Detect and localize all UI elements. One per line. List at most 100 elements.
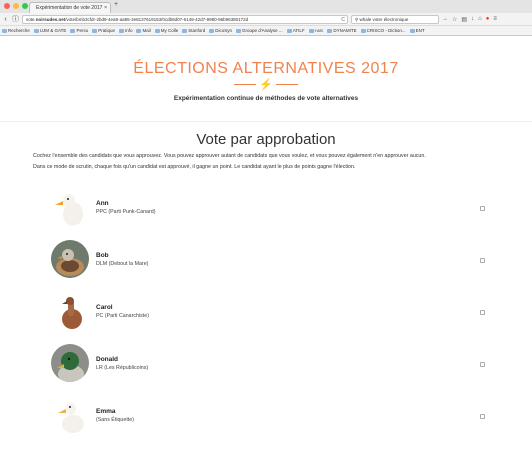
browser-tab[interactable]: Expérimentation de vote 2017 × bbox=[29, 2, 111, 13]
candidate-name: Carol bbox=[96, 303, 113, 311]
bookmark-item[interactable]: ENT bbox=[409, 28, 425, 33]
bookmark-label: DYNAMITE bbox=[333, 28, 357, 33]
approve-checkbox-ann[interactable] bbox=[480, 206, 485, 211]
bookmark-label: Pratique bbox=[98, 28, 115, 33]
folder-icon bbox=[308, 28, 314, 33]
folder-icon bbox=[209, 28, 215, 33]
bookmark-label: My Colle bbox=[160, 28, 179, 33]
go-arrow-icon[interactable]: → bbox=[442, 16, 448, 23]
home-icon[interactable]: ⌂ bbox=[478, 16, 482, 23]
duck-bob-icon bbox=[51, 240, 89, 278]
bookmark-label: CRISCO - Diction... bbox=[366, 28, 406, 33]
site-title[interactable]: ÉLECTIONS ALTERNATIVES 2017 bbox=[0, 60, 532, 78]
folder-icon bbox=[92, 28, 98, 33]
site-subtitle: Expérimentation continue de méthodes de … bbox=[173, 95, 359, 102]
bookmark-label: DicoSyn bbox=[215, 28, 233, 33]
back-icon[interactable]: ‹ bbox=[2, 16, 9, 23]
bookmark-item[interactable]: Groupe d'Analyse ... bbox=[236, 28, 283, 33]
folder-icon bbox=[327, 28, 333, 33]
url-bar[interactable]: vote.noirsudes.net/vote/bmb3cfdr-2bd9-4e… bbox=[22, 14, 348, 24]
candidate-row-donald[interactable]: Donald LR (Les Républicoins) bbox=[51, 337, 487, 389]
approve-checkbox-emma[interactable] bbox=[480, 414, 485, 419]
folder-icon bbox=[409, 28, 415, 33]
url-prefix: vote. bbox=[26, 16, 36, 22]
menu-icon[interactable]: ≡ bbox=[493, 16, 497, 23]
bookmark-item[interactable]: Recherche bbox=[2, 28, 30, 33]
toolbar-icons: → ☆ ▤ ↓ ⌂ ● ≡ bbox=[442, 16, 497, 23]
bookmark-item[interactable]: DYNAMITE bbox=[327, 28, 357, 33]
reload-icon[interactable]: C bbox=[341, 16, 345, 23]
bookmark-label: Info bbox=[124, 28, 133, 33]
candidate-name: Emma bbox=[96, 407, 116, 415]
bookmark-item[interactable]: Perso bbox=[70, 28, 88, 33]
bookmark-label: ENT bbox=[415, 28, 425, 33]
bookmark-label: UJM & GATE bbox=[39, 28, 67, 33]
bookmark-item[interactable]: Mail bbox=[136, 28, 151, 33]
folder-icon bbox=[236, 28, 242, 33]
candidate-name: Ann bbox=[96, 199, 109, 207]
duck-carol-icon bbox=[51, 292, 89, 330]
bookmark-label: Recherche bbox=[8, 28, 30, 33]
folder-icon bbox=[136, 28, 142, 33]
instructions: Cochez l'ensemble des candidats que vous… bbox=[33, 153, 426, 159]
candidate-name: Donald bbox=[96, 355, 119, 363]
search-input[interactable]: ⚲ whale voter électronique bbox=[351, 14, 439, 24]
tab-close-icon[interactable]: × bbox=[104, 3, 107, 13]
approve-checkbox-bob[interactable] bbox=[480, 258, 485, 263]
bookmark-label: Stanford bbox=[188, 28, 206, 33]
bookmark-label: Mail bbox=[142, 28, 151, 33]
candidate-row-ann[interactable]: Ann PPC (Parti Punk-Canard) bbox=[51, 181, 487, 233]
bookmark-item[interactable]: Pratique bbox=[92, 28, 115, 33]
download-icon[interactable]: ↓ bbox=[471, 16, 474, 23]
bolt-divider: ⚡ bbox=[0, 78, 532, 91]
candidate-row-bob[interactable]: Bob DLM (Debout la Mare) bbox=[51, 233, 487, 285]
bookmark-star-icon[interactable]: ☆ bbox=[452, 16, 457, 23]
bookmark-item[interactable]: DicoSyn bbox=[209, 28, 232, 33]
bookmark-item[interactable]: CRISCO - Diction... bbox=[360, 28, 406, 33]
window-controls bbox=[4, 3, 28, 9]
lightning-icon: ⚡ bbox=[259, 79, 273, 91]
candidate-name: Bob bbox=[96, 251, 109, 259]
rule-text: Dans ce mode de scrutin, chaque fois qu'… bbox=[33, 164, 356, 170]
duck-ann-icon bbox=[51, 188, 89, 226]
tab-title: Expérimentation de vote 2017 bbox=[36, 5, 103, 11]
folder-icon bbox=[360, 28, 366, 33]
bookmark-item[interactable]: UJM & GATE bbox=[33, 28, 67, 33]
folder-icon bbox=[118, 28, 124, 33]
candidate-party: LR (Les Républicoins) bbox=[96, 364, 149, 371]
info-icon[interactable]: ⓘ bbox=[12, 14, 19, 24]
candidate-party: PC (Parti Canarchiste) bbox=[96, 312, 149, 319]
candidate-party: DLM (Debout la Mare) bbox=[96, 260, 149, 267]
tab-bar: Expérimentation de vote 2017 × + bbox=[0, 0, 532, 13]
approve-checkbox-donald[interactable] bbox=[480, 362, 485, 367]
folder-icon bbox=[2, 28, 7, 33]
bookmark-item[interactable]: i-arc bbox=[308, 28, 324, 33]
candidate-row-emma[interactable]: Emma (Sans Étiquette) bbox=[51, 389, 487, 441]
candidate-party: (Sans Étiquette) bbox=[96, 416, 134, 423]
adblock-icon[interactable]: ● bbox=[486, 16, 490, 23]
duck-donald-icon bbox=[51, 344, 89, 382]
candidate-row-carol[interactable]: Carol PC (Parti Canarchiste) bbox=[51, 285, 487, 337]
bookmark-label: i-arc bbox=[314, 28, 324, 33]
bookmark-item[interactable]: Info bbox=[118, 28, 133, 33]
bookmark-item[interactable]: ATILF bbox=[286, 28, 305, 33]
approve-checkbox-carol[interactable] bbox=[480, 310, 485, 315]
bookmark-label: ATILF bbox=[292, 28, 305, 33]
search-value: whale voter électronique bbox=[359, 16, 409, 22]
new-tab-button[interactable]: + bbox=[114, 1, 118, 8]
maximize-window-icon[interactable] bbox=[22, 3, 28, 9]
vote-form: Vote par approbation Cochez l'ensemble d… bbox=[0, 131, 532, 434]
folder-icon bbox=[70, 28, 76, 33]
close-window-icon[interactable] bbox=[4, 3, 10, 9]
library-icon[interactable]: ▤ bbox=[461, 16, 467, 23]
folder-icon bbox=[182, 28, 188, 33]
site-header: ÉLECTIONS ALTERNATIVES 2017 ⚡ Expériment… bbox=[0, 36, 532, 122]
duck-emma-icon bbox=[51, 396, 89, 434]
page-title: Vote par approbation bbox=[196, 131, 336, 148]
bookmark-item[interactable]: Stanford bbox=[182, 28, 205, 33]
navigation-bar: ‹ ⓘ vote.noirsudes.net/vote/bmb3cfdr-2bd… bbox=[0, 13, 532, 25]
candidate-party: PPC (Parti Punk-Canard) bbox=[96, 208, 156, 215]
folder-icon bbox=[154, 28, 160, 33]
bookmark-item[interactable]: My Colle bbox=[154, 28, 179, 33]
minimize-window-icon[interactable] bbox=[13, 3, 19, 9]
